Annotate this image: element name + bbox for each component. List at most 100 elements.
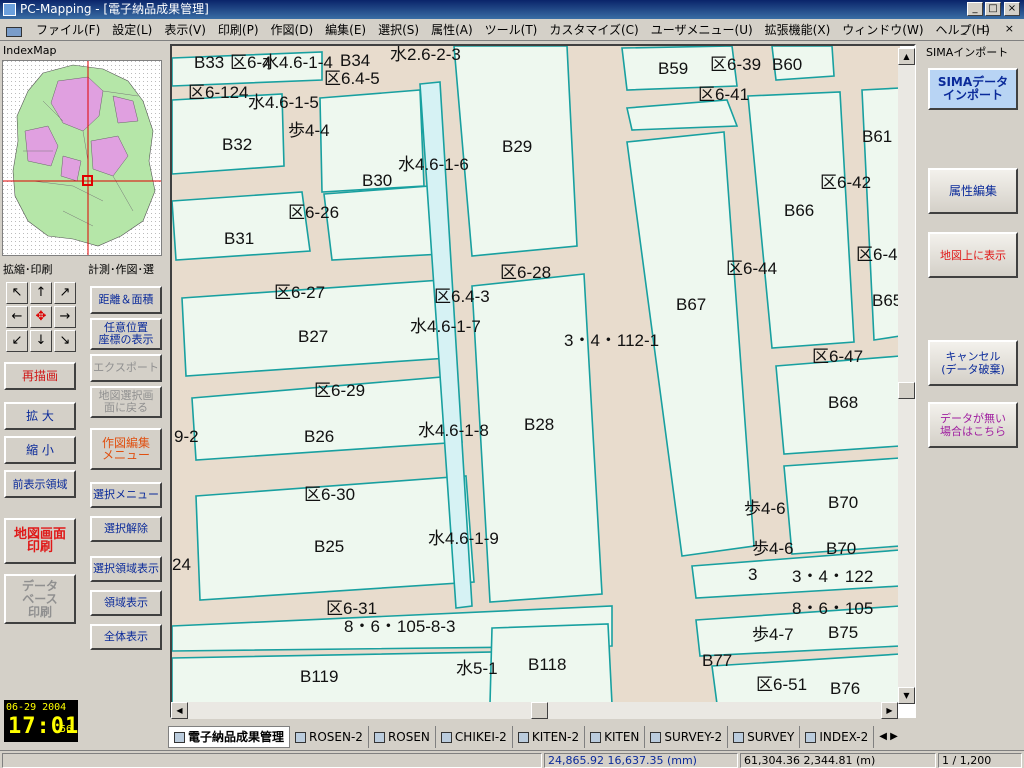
- map-label: B76: [830, 679, 860, 698]
- map-label: 区6-26: [288, 203, 339, 222]
- tab-denshi-nohin[interactable]: 電子納品成果管理: [168, 726, 291, 748]
- scroll-down-button[interactable]: ▼: [898, 687, 915, 704]
- app-icon[interactable]: [3, 3, 16, 16]
- print-map-button[interactable]: 地図画面 印刷: [4, 518, 76, 564]
- map-label: 区6.4-5: [324, 69, 380, 88]
- menu-window[interactable]: ウィンドウ(W): [836, 20, 929, 40]
- sheet-tabs: 電子納品成果管理 ROSEN-2 ROSEN CHIKEI-2 KITEN-2 …: [168, 724, 918, 750]
- sima-import-label: SIMAインポート: [926, 46, 1009, 59]
- deselect-button[interactable]: 選択解除: [90, 516, 162, 542]
- tab-rosen[interactable]: ROSEN: [369, 726, 436, 748]
- sheet-icon: [733, 731, 745, 743]
- redraw-button[interactable]: 再描画: [4, 362, 76, 390]
- menu-draw[interactable]: 作図(D): [265, 20, 320, 40]
- map-label: B60: [772, 55, 802, 74]
- export-button[interactable]: エクスポート: [90, 354, 162, 382]
- pan-left-button[interactable]: ←: [6, 306, 28, 328]
- tab-kiten[interactable]: KITEN: [585, 726, 646, 748]
- no-data-button[interactable]: データが無い 場合はこちら: [928, 402, 1018, 448]
- map-label: 水4.6-1-8: [418, 421, 489, 440]
- tab-rosen-2[interactable]: ROSEN-2: [290, 726, 369, 748]
- area-show-button[interactable]: 領域表示: [90, 590, 162, 616]
- coordinate-display-button[interactable]: 任意位置 座標の表示: [90, 318, 162, 350]
- mdi-controls[interactable]: _ ▫ ×: [961, 22, 1020, 35]
- horizontal-scrollbar[interactable]: ◀ ▶: [171, 702, 898, 719]
- sheet-icon: [295, 731, 307, 743]
- attribute-edit-button[interactable]: 属性編集: [928, 168, 1018, 214]
- map-label: B59: [658, 59, 688, 78]
- tab-survey-2[interactable]: SURVEY-2: [645, 726, 729, 748]
- tab-kiten-2[interactable]: KITEN-2: [513, 726, 586, 748]
- close-button[interactable]: ×: [1004, 2, 1020, 16]
- menu-extensions[interactable]: 拡張機能(X): [759, 20, 837, 40]
- pan-right-button[interactable]: →: [54, 306, 76, 328]
- pan-down-right-button[interactable]: ↘: [54, 330, 76, 352]
- distance-area-button[interactable]: 距離＆面積: [90, 286, 162, 314]
- map-label: B25: [314, 537, 344, 556]
- pan-up-right-button[interactable]: ↗: [54, 282, 76, 304]
- tab-survey[interactable]: SURVEY: [728, 726, 801, 748]
- status-coord-mm: 24,865.92 16,637.35 (mm): [544, 753, 738, 768]
- cancel-button[interactable]: キャンセル (データ破棄): [928, 340, 1018, 386]
- scroll-left-button[interactable]: ◀: [171, 702, 188, 719]
- menu-customize[interactable]: カスタマイズ(C): [543, 20, 644, 40]
- map-label: 区6-124: [188, 83, 248, 102]
- map-label: 区6-51: [756, 675, 807, 694]
- map-label: 区6-27: [274, 283, 325, 302]
- menu-file[interactable]: ファイル(F): [30, 20, 106, 40]
- prev-area-button[interactable]: 前表示領域: [4, 470, 76, 498]
- all-show-button[interactable]: 全体表示: [90, 624, 162, 650]
- vertical-scrollbar[interactable]: ▲ ▼: [898, 48, 915, 704]
- zoom-out-button[interactable]: 縮 小: [4, 436, 76, 464]
- tab-scroll-arrows[interactable]: ◀ ▶: [874, 726, 903, 748]
- select-area-show-button[interactable]: 選択領域表示: [90, 556, 162, 582]
- maximize-button[interactable]: □: [985, 2, 1001, 16]
- map-label: B61: [862, 127, 892, 146]
- map-label: 区6-41: [698, 85, 749, 104]
- sima-import-button[interactable]: SIMAデータ インポート: [928, 68, 1018, 110]
- tab-chikei-2[interactable]: CHIKEI-2: [436, 726, 513, 748]
- pan-down-button[interactable]: ↓: [30, 330, 52, 352]
- map-label: B26: [304, 427, 334, 446]
- sheet-icon: [440, 731, 452, 743]
- pan-up-button[interactable]: ↑: [30, 282, 52, 304]
- minimize-button[interactable]: _: [967, 2, 983, 16]
- clock-seconds: 56: [60, 724, 73, 735]
- menu-select[interactable]: 選択(S): [372, 20, 425, 40]
- vertical-scroll-thumb[interactable]: [898, 382, 915, 399]
- menu-tools[interactable]: ツール(T): [479, 20, 544, 40]
- map-drawing[interactable]: B33 区6-4水4.6-1-4 B34 水2.6-2-3区6.4-5区6-124水4…: [172, 46, 900, 704]
- pan-center-button[interactable]: ✥: [30, 306, 52, 328]
- scroll-up-button[interactable]: ▲: [898, 48, 915, 65]
- back-to-map-select-button[interactable]: 地図選択画 面に戻る: [90, 386, 162, 418]
- menu-print[interactable]: 印刷(P): [212, 20, 265, 40]
- menu-edit[interactable]: 編集(E): [319, 20, 372, 40]
- map-label: B68: [828, 393, 858, 412]
- pan-up-left-button[interactable]: ↖: [6, 282, 28, 304]
- index-map[interactable]: [2, 60, 162, 256]
- map-label: 区6-30: [304, 485, 355, 504]
- print-database-button[interactable]: データ ベース 印刷: [4, 574, 76, 624]
- tab-index-2[interactable]: INDEX-2: [800, 726, 875, 748]
- status-coord-m: 61,304.36 2,344.81 (m): [740, 753, 936, 768]
- draw-edit-menu-button[interactable]: 作図編集 メニュー: [90, 428, 162, 470]
- menu-view[interactable]: 表示(V): [158, 20, 212, 40]
- show-on-map-button[interactable]: 地図上に表示: [928, 232, 1018, 278]
- zoom-print-label: 拡縮･印刷: [3, 263, 53, 276]
- map-label: B119: [300, 667, 338, 686]
- menu-attribute[interactable]: 属性(A): [425, 20, 479, 40]
- pan-down-left-button[interactable]: ↙: [6, 330, 28, 352]
- map-canvas[interactable]: B33 区6-4 水4.6-1-4 B34 水2.6-2-3 区6.4-5 区6-124 水4…: [170, 44, 916, 718]
- select-menu-button[interactable]: 選択メニュー: [90, 482, 162, 508]
- map-label: 3・4・112-1: [564, 331, 659, 350]
- horizontal-scroll-thumb[interactable]: [531, 702, 548, 719]
- status-message: [2, 753, 542, 768]
- status-scale: 1 / 1,200: [938, 753, 1022, 768]
- zoom-in-button[interactable]: 拡 大: [4, 402, 76, 430]
- scroll-right-button[interactable]: ▶: [881, 702, 898, 719]
- menu-user[interactable]: ユーザメニュー(U): [645, 20, 759, 40]
- document-icon[interactable]: [4, 21, 26, 39]
- menu-settings[interactable]: 設定(L): [106, 20, 158, 40]
- map-label: 水4.6-1-4: [262, 53, 333, 72]
- map-label: 区6-31: [326, 599, 377, 618]
